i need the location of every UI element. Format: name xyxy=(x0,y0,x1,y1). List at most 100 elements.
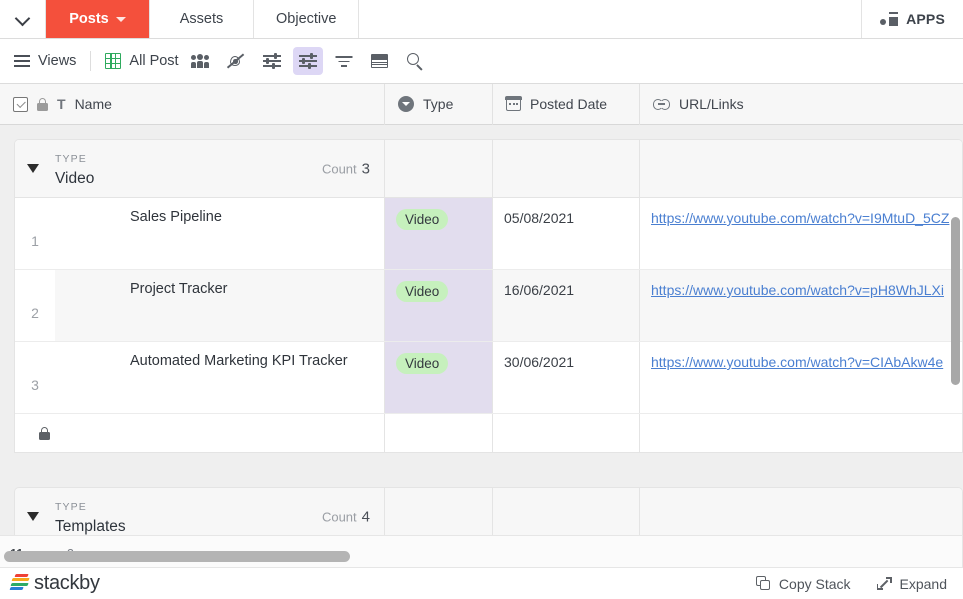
cell-posted-date[interactable]: 16/06/2021 xyxy=(493,270,640,341)
tab-assets-label: Assets xyxy=(179,11,224,27)
stackby-logo-icon xyxy=(9,574,30,593)
stackby-logo[interactable]: stackby xyxy=(9,572,100,595)
expand-button[interactable]: Expand xyxy=(876,576,947,592)
group-header-name-cell: TYPE Video Count 3 xyxy=(15,140,385,197)
calendar-icon xyxy=(505,96,522,111)
type-chip: Video xyxy=(396,209,449,230)
group-count-value: 4 xyxy=(361,508,370,525)
hide-fields-button[interactable] xyxy=(221,47,251,75)
cell-posted-date[interactable]: 05/08/2021 xyxy=(493,198,640,269)
stackby-grid-app: Posts Assets Objective APPS Views All Po… xyxy=(0,0,963,599)
copy-stack-label: Copy Stack xyxy=(778,575,851,592)
view-name-label: All Post xyxy=(129,53,179,69)
sort-button[interactable] xyxy=(329,47,359,75)
add-row-type-cell xyxy=(385,414,493,452)
tab-posts-label: Posts xyxy=(69,11,109,27)
cell-type[interactable]: Video xyxy=(385,198,493,269)
add-row-date-cell xyxy=(493,414,640,452)
group-header-video[interactable]: TYPE Video Count 3 xyxy=(15,140,962,198)
tab-objective[interactable]: Objective xyxy=(254,0,360,38)
group-header-type-cell xyxy=(385,140,493,197)
cell-name[interactable]: Project Tracker xyxy=(55,270,385,341)
row-number: 3 xyxy=(31,377,39,393)
sort-icon xyxy=(335,55,353,67)
row-height-button[interactable] xyxy=(365,47,395,75)
group-header-url-cell xyxy=(640,140,962,197)
hamburger-icon xyxy=(14,55,30,67)
collaborators-button[interactable] xyxy=(185,47,215,75)
filter-button[interactable] xyxy=(257,47,287,75)
group-spacer xyxy=(0,453,963,487)
chevron-down-icon xyxy=(16,15,29,23)
grid-view-icon xyxy=(105,53,122,69)
type-chip: Video xyxy=(396,281,449,302)
column-header-name[interactable]: T Name xyxy=(0,83,385,125)
column-header-type[interactable]: Type xyxy=(385,83,493,125)
grid-top-gutter xyxy=(0,125,963,139)
search-icon xyxy=(407,52,424,70)
copy-icon xyxy=(755,576,771,591)
url-link[interactable]: https://www.youtube.com/watch?v=CIAbAkw4… xyxy=(651,354,943,370)
cell-name[interactable]: Sales Pipeline xyxy=(55,198,385,269)
group-header-text: TYPE Video xyxy=(55,149,94,188)
group-field-label: TYPE xyxy=(55,153,87,165)
collapse-triangle-icon[interactable] xyxy=(27,512,39,521)
apps-button[interactable]: APPS xyxy=(862,0,963,38)
type-chip: Video xyxy=(396,353,449,374)
group-count: Count 4 xyxy=(322,508,370,525)
apps-icon xyxy=(880,12,899,26)
group-value-label: Video xyxy=(55,170,95,187)
cell-type[interactable]: Video xyxy=(385,270,493,341)
group-button[interactable] xyxy=(292,47,323,75)
column-header-url-links-label: URL/Links xyxy=(679,96,744,112)
group-count-label: Count xyxy=(321,509,357,524)
tab-assets[interactable]: Assets xyxy=(150,0,254,38)
expand-arrows-icon xyxy=(876,576,892,591)
cell-type[interactable]: Video xyxy=(385,342,493,413)
add-row-cell[interactable] xyxy=(15,414,385,452)
column-header-url-links[interactable]: URL/Links xyxy=(640,84,963,125)
toolbar-divider xyxy=(90,51,92,71)
search-button[interactable] xyxy=(401,47,431,75)
url-link[interactable]: https://www.youtube.com/watch?v=I9MtuD_5… xyxy=(651,210,949,226)
table-row[interactable]: 1 Sales Pipeline Video 05/08/2021 https:… xyxy=(15,198,962,270)
tab-posts[interactable]: Posts xyxy=(46,0,150,38)
views-label: Views xyxy=(38,53,77,69)
grid-body: TYPE Video Count 3 1 Sales Pipeline Video xyxy=(0,125,963,555)
add-row[interactable] xyxy=(15,414,962,452)
select-all-checkbox[interactable] xyxy=(13,96,28,112)
tab-objective-label: Objective xyxy=(276,11,337,27)
cell-url[interactable]: https://www.youtube.com/watch?v=I9MtuD_5… xyxy=(640,198,962,269)
group-count-value: 3 xyxy=(361,160,370,177)
cell-name[interactable]: Automated Marketing KPI Tracker xyxy=(55,342,385,413)
views-button[interactable]: Views xyxy=(14,53,76,69)
cell-posted-date[interactable]: 30/06/2021 xyxy=(493,342,640,413)
table-tab-bar: Posts Assets Objective APPS xyxy=(0,0,963,39)
chevron-down-icon[interactable] xyxy=(115,16,126,22)
sidebar-toggle-button[interactable] xyxy=(0,0,46,38)
lock-icon xyxy=(39,426,50,440)
url-link[interactable]: https://www.youtube.com/watch?v=pH8WhJLX… xyxy=(651,282,944,298)
horizontal-scrollbar[interactable] xyxy=(4,551,350,562)
collapse-triangle-icon[interactable] xyxy=(27,164,39,173)
view-selector-all-post[interactable]: All Post xyxy=(105,53,179,69)
app-footer: stackby Copy Stack Expand xyxy=(0,567,963,599)
footer-actions: Copy Stack Expand xyxy=(755,575,947,592)
table-row[interactable]: 2 Project Tracker Video 16/06/2021 https… xyxy=(15,270,962,342)
copy-stack-button[interactable]: Copy Stack xyxy=(755,575,851,592)
tab-bar-spacer xyxy=(359,0,863,38)
column-header-posted-date[interactable]: Posted Date xyxy=(493,83,640,125)
lock-icon xyxy=(37,97,48,111)
row-number: 2 xyxy=(31,305,39,321)
group-icon xyxy=(298,52,317,70)
stackby-wordmark: stackby xyxy=(34,572,100,594)
vertical-scrollbar[interactable] xyxy=(951,217,960,385)
row-height-icon xyxy=(371,54,389,68)
group-header-date-cell xyxy=(493,140,640,197)
table-row[interactable]: 3 Automated Marketing KPI Tracker Video … xyxy=(15,342,962,414)
link-icon xyxy=(653,98,670,110)
cell-url[interactable]: https://www.youtube.com/watch?v=CIAbAkw4… xyxy=(640,342,962,413)
cell-url[interactable]: https://www.youtube.com/watch?v=pH8WhJLX… xyxy=(640,270,962,341)
grid-column-header-row: T Name Type Posted Date URL/Links xyxy=(0,83,963,125)
row-number: 1 xyxy=(31,233,39,249)
